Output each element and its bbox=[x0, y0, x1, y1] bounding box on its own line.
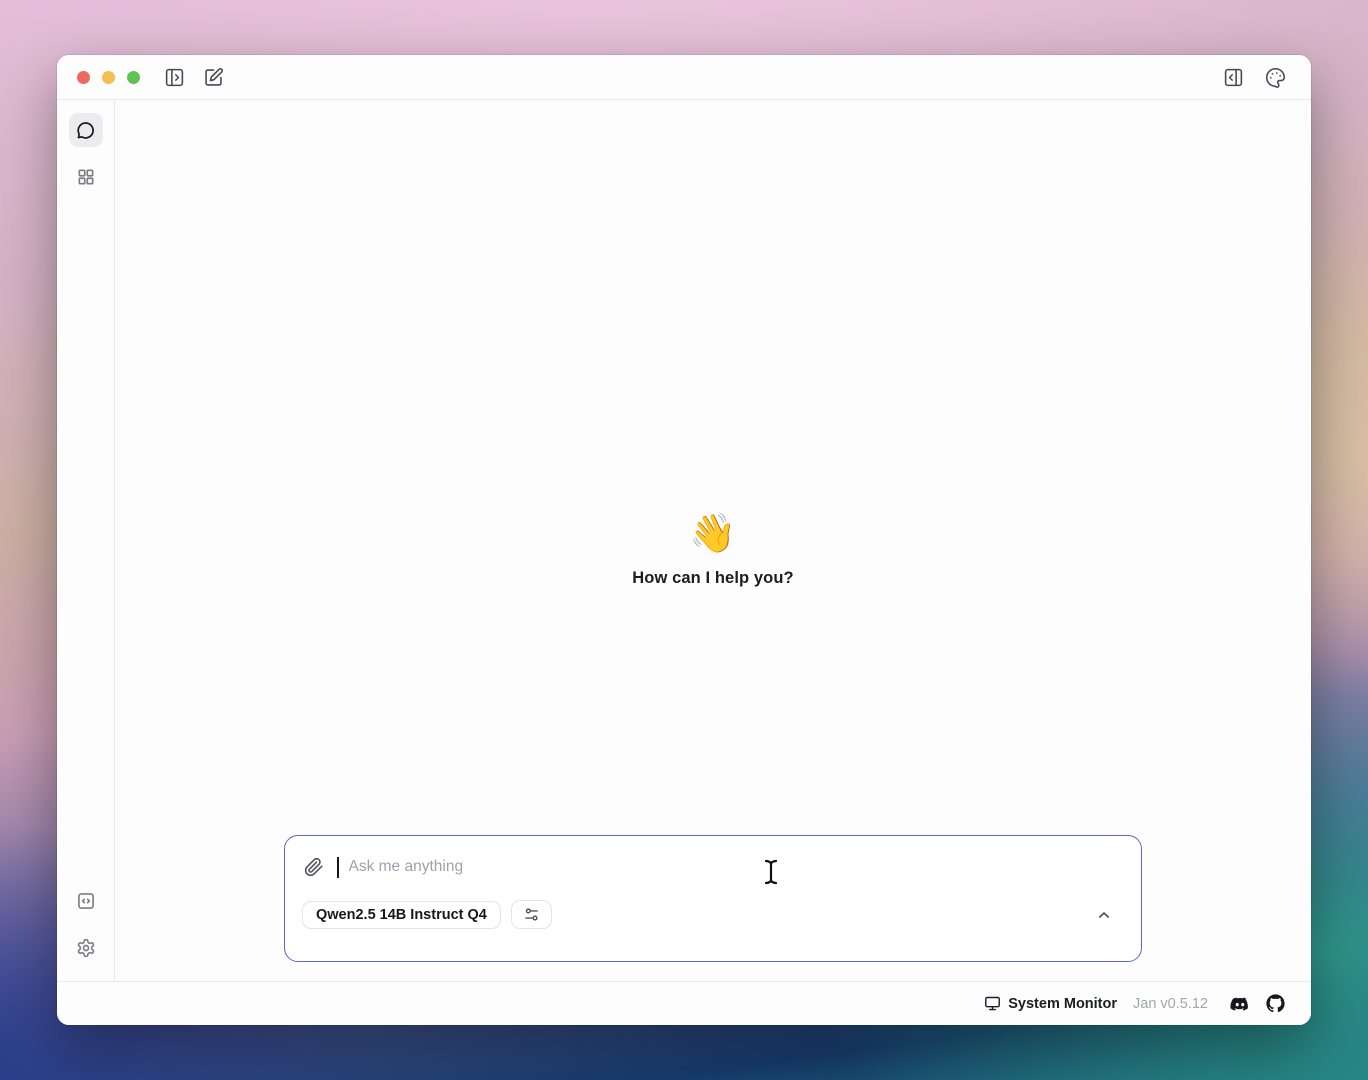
monitor-icon bbox=[984, 995, 1001, 1012]
jan-app-window: 👋 How can I help you? Qwen2.5 14B Instru… bbox=[57, 55, 1311, 1025]
panel-right-icon[interactable] bbox=[1221, 65, 1245, 89]
model-selector-label: Qwen2.5 14B Instruct Q4 bbox=[316, 907, 487, 923]
paperclip-icon[interactable] bbox=[303, 856, 325, 878]
new-thread-icon[interactable] bbox=[201, 65, 225, 89]
system-monitor-label: System Monitor bbox=[1008, 996, 1117, 1012]
status-bar: System Monitor Jan v0.5.12 bbox=[57, 981, 1311, 1025]
zoom-button[interactable] bbox=[127, 71, 140, 84]
settings-icon bbox=[76, 938, 96, 958]
wave-emoji: 👋 bbox=[115, 515, 1311, 553]
text-caret bbox=[337, 857, 339, 878]
close-button[interactable] bbox=[77, 71, 90, 84]
main-content: 👋 How can I help you? Qwen2.5 14B Instru… bbox=[115, 100, 1311, 981]
prompt-box: Qwen2.5 14B Instruct Q4 bbox=[284, 835, 1142, 962]
model-settings-button[interactable] bbox=[511, 900, 552, 929]
minimize-button[interactable] bbox=[102, 71, 115, 84]
greeting: 👋 How can I help you? bbox=[115, 515, 1311, 588]
system-monitor-button[interactable]: System Monitor bbox=[984, 995, 1117, 1012]
chat-icon bbox=[75, 120, 96, 141]
model-settings-icon bbox=[523, 906, 540, 923]
github-icon[interactable] bbox=[1266, 994, 1285, 1013]
traffic-lights bbox=[77, 71, 140, 84]
sidebar-item-threads[interactable] bbox=[69, 113, 103, 147]
greeting-text: How can I help you? bbox=[115, 569, 1311, 588]
sidebar bbox=[57, 100, 115, 981]
sidebar-open-icon[interactable] bbox=[162, 65, 186, 89]
model-selector[interactable]: Qwen2.5 14B Instruct Q4 bbox=[302, 901, 501, 929]
version-label: Jan v0.5.12 bbox=[1133, 996, 1208, 1012]
chat-input[interactable] bbox=[349, 858, 1122, 876]
sidebar-item-local-api-server[interactable] bbox=[69, 884, 103, 918]
sidebar-item-settings[interactable] bbox=[69, 931, 103, 965]
titlebar bbox=[57, 55, 1311, 100]
discord-icon[interactable] bbox=[1230, 994, 1250, 1014]
sidebar-item-hub[interactable] bbox=[69, 160, 103, 194]
palette-icon[interactable] bbox=[1263, 65, 1287, 89]
desktop-wallpaper: 👋 How can I help you? Qwen2.5 14B Instru… bbox=[0, 0, 1368, 1080]
chevron-up-icon[interactable] bbox=[1095, 906, 1113, 924]
hub-icon bbox=[76, 167, 96, 187]
api-server-icon bbox=[76, 891, 96, 911]
